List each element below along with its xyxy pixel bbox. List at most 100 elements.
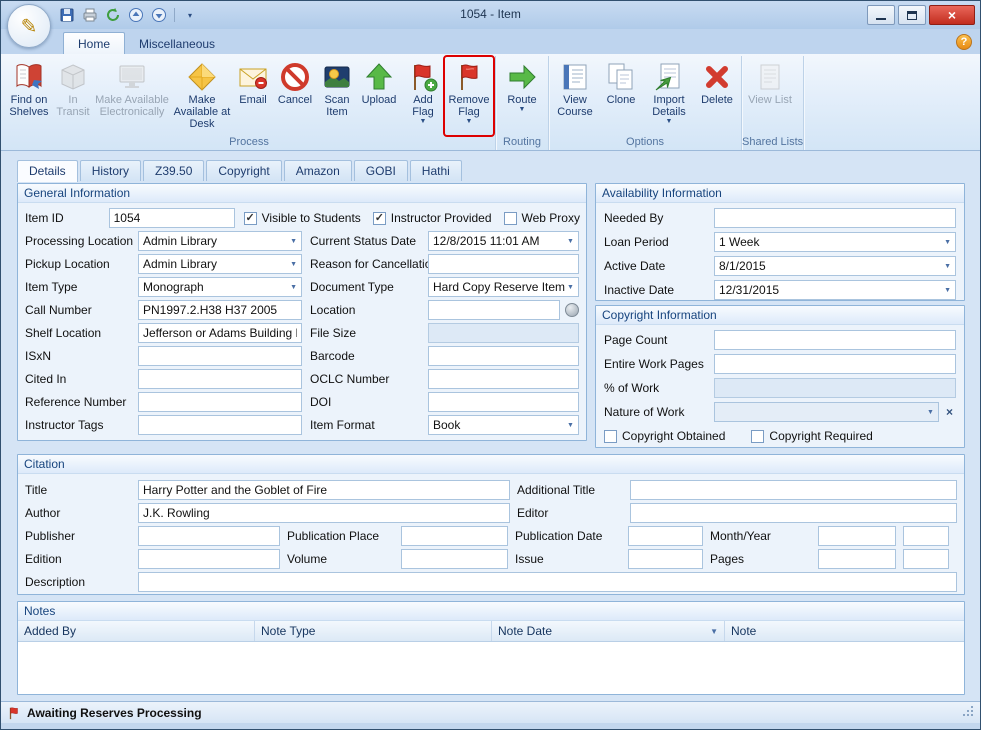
resize-grip[interactable] (962, 705, 974, 720)
remove-flag-button[interactable]: Remove Flag ▼ (445, 57, 493, 135)
find-on-shelves-button[interactable]: Find on Shelves (5, 57, 53, 135)
column-header-added-by[interactable]: Added By (18, 621, 255, 641)
next-item-button[interactable] (149, 5, 169, 25)
view-course-button[interactable]: View Course (551, 57, 599, 135)
loan-period-select[interactable]: 1 Week▼ (714, 232, 956, 252)
column-header-note-type[interactable]: Note Type (255, 621, 492, 641)
shelf-location-input[interactable] (138, 323, 302, 343)
previous-item-button[interactable] (126, 5, 146, 25)
call-number-input[interactable] (138, 300, 302, 320)
active-date-select[interactable]: 8/1/2015▼ (714, 256, 956, 276)
instructor-provided-checkbox[interactable]: Instructor Provided (373, 211, 492, 225)
nature-of-work-select[interactable]: ▼ (714, 402, 939, 422)
doi-input[interactable] (428, 392, 579, 412)
pages-start-input[interactable] (818, 549, 896, 569)
entire-work-pages-input[interactable] (714, 354, 956, 374)
route-dropdown-icon[interactable]: ▼ (519, 106, 526, 114)
tab-copyright[interactable]: Copyright (206, 160, 281, 181)
item-format-select[interactable]: Book▼ (428, 415, 579, 435)
location-indicator-icon[interactable] (565, 303, 579, 317)
publisher-input[interactable] (138, 526, 280, 546)
import-details-label: Import Details (645, 94, 693, 118)
notes-table-body[interactable] (18, 642, 964, 694)
tab-z3950[interactable]: Z39.50 (143, 160, 204, 181)
publication-date-label: Publication Date (508, 529, 628, 543)
description-input[interactable] (138, 572, 957, 592)
import-details-button[interactable]: Import Details ▼ (643, 57, 695, 135)
instructor-provided-label: Instructor Provided (391, 211, 492, 225)
needed-by-input[interactable] (714, 208, 956, 228)
add-flag-icon (407, 61, 439, 93)
minimize-button[interactable] (867, 5, 895, 25)
document-type-select[interactable]: Hard Copy Reserve Item▼ (428, 277, 579, 297)
publication-date-input[interactable] (628, 526, 703, 546)
import-details-dropdown-icon[interactable]: ▼ (666, 118, 673, 126)
refresh-button[interactable] (103, 5, 123, 25)
barcode-input[interactable] (428, 346, 579, 366)
processing-location-select[interactable]: Admin Library▼ (138, 231, 302, 251)
instructor-tags-input[interactable] (138, 415, 302, 435)
cited-in-input[interactable] (138, 369, 302, 389)
location-input[interactable] (428, 300, 560, 320)
in-transit-label: In Transit (55, 94, 91, 118)
ribbon-tab-home[interactable]: Home (63, 32, 125, 54)
publication-place-input[interactable] (401, 526, 508, 546)
issue-input[interactable] (628, 549, 703, 569)
print-button[interactable] (80, 5, 100, 25)
column-header-note-date[interactable]: Note Date▼ (492, 621, 725, 641)
tab-details[interactable]: Details (17, 160, 78, 182)
add-flag-button[interactable]: Add Flag ▼ (401, 57, 445, 135)
reference-number-input[interactable] (138, 392, 302, 412)
tab-gobi[interactable]: GOBI (354, 160, 408, 181)
remove-flag-dropdown-icon[interactable]: ▼ (466, 118, 473, 126)
year-input[interactable] (903, 526, 949, 546)
make-available-at-desk-button[interactable]: Make Available at Desk (171, 57, 233, 135)
note-date-filter-icon[interactable]: ▼ (710, 627, 718, 636)
ribbon-tab-miscellaneous[interactable]: Miscellaneous (125, 33, 229, 54)
scan-item-button[interactable]: Scan Item (317, 57, 357, 135)
edition-input[interactable] (138, 549, 280, 569)
reason-for-cancellation-input[interactable] (428, 254, 579, 274)
app-icon[interactable]: ✎ (7, 4, 51, 48)
item-id-input[interactable] (109, 208, 235, 228)
tab-hathi[interactable]: Hathi (410, 160, 462, 181)
maximize-button[interactable] (898, 5, 926, 25)
current-status-date-select[interactable]: 12/8/2015 11:01 AM▼ (428, 231, 579, 251)
route-button[interactable]: Route ▼ (498, 57, 546, 135)
close-button[interactable]: × (929, 5, 975, 25)
additional-title-input[interactable] (630, 480, 957, 500)
tab-amazon[interactable]: Amazon (284, 160, 352, 181)
editor-input[interactable] (630, 503, 957, 523)
email-icon (237, 61, 269, 93)
page-count-input[interactable] (714, 330, 956, 350)
title-input[interactable] (138, 480, 510, 500)
isxn-input[interactable] (138, 346, 302, 366)
help-button[interactable]: ? (956, 34, 972, 50)
visible-to-students-checkbox[interactable]: Visible to Students (244, 211, 361, 225)
copyright-obtained-checkbox[interactable]: Copyright Obtained (604, 429, 725, 443)
copyright-required-checkbox[interactable]: Copyright Required (751, 429, 872, 443)
month-input[interactable] (818, 526, 896, 546)
item-type-value: Monograph (143, 280, 288, 294)
clone-button[interactable]: Clone (599, 57, 643, 135)
tab-history[interactable]: History (80, 160, 141, 181)
delete-button[interactable]: Delete (695, 57, 739, 135)
ribbon-group-options: View Course Clone Import Details ▼ (549, 56, 742, 150)
customize-qat-button[interactable]: ▾ (180, 5, 200, 25)
item-type-select[interactable]: Monograph▼ (138, 277, 302, 297)
add-flag-dropdown-icon[interactable]: ▼ (420, 118, 427, 126)
email-button[interactable]: Email (233, 57, 273, 135)
web-proxy-checkbox[interactable]: Web Proxy (504, 211, 580, 225)
pages-end-input[interactable] (903, 549, 949, 569)
nature-of-work-clear-button[interactable]: × (939, 405, 956, 419)
scan-item-label: Scan Item (319, 94, 355, 118)
column-header-note[interactable]: Note (725, 621, 964, 641)
author-input[interactable] (138, 503, 510, 523)
pickup-location-select[interactable]: Admin Library▼ (138, 254, 302, 274)
oclc-number-input[interactable] (428, 369, 579, 389)
upload-button[interactable]: Upload (357, 57, 401, 135)
save-button[interactable] (57, 5, 77, 25)
cancel-button[interactable]: Cancel (273, 57, 317, 135)
inactive-date-select[interactable]: 12/31/2015▼ (714, 280, 956, 300)
volume-input[interactable] (401, 549, 508, 569)
